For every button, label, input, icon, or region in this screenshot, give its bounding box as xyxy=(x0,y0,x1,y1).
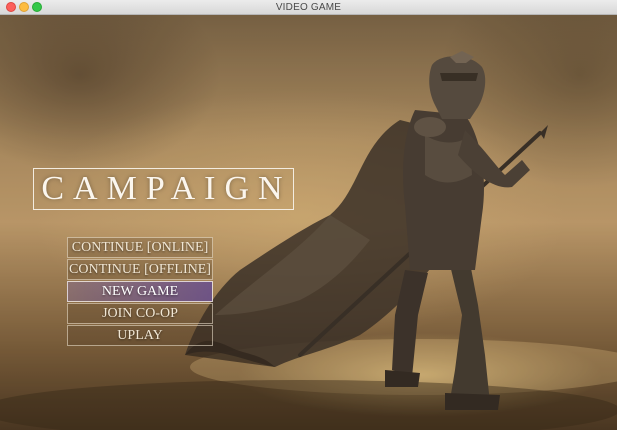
menu-item-continue-online[interactable]: CONTINUE [ONLINE] xyxy=(67,237,213,258)
armored-warrior-illustration xyxy=(0,15,617,430)
menu-item-join-co-op[interactable]: JOIN CO-OP xyxy=(67,303,213,324)
game-background: CAMPAIGN CONTINUE [ONLINE] CONTINUE [OFF… xyxy=(0,15,617,430)
menu-item-uplay[interactable]: UPLAY xyxy=(67,325,213,346)
campaign-title: CAMPAIGN xyxy=(33,168,294,210)
app-window: VIDEO GAME CAMPAIGN CONTINUE [ONLINE] CO… xyxy=(0,0,617,430)
menu-item-new-game[interactable]: NEW GAME xyxy=(67,281,213,302)
window-title: VIDEO GAME xyxy=(275,2,342,13)
menu-item-continue-offline[interactable]: CONTINUE [OFFLINE] xyxy=(67,259,213,280)
title-bar: VIDEO GAME xyxy=(0,0,617,15)
main-menu: CONTINUE [ONLINE] CONTINUE [OFFLINE] NEW… xyxy=(67,237,213,347)
